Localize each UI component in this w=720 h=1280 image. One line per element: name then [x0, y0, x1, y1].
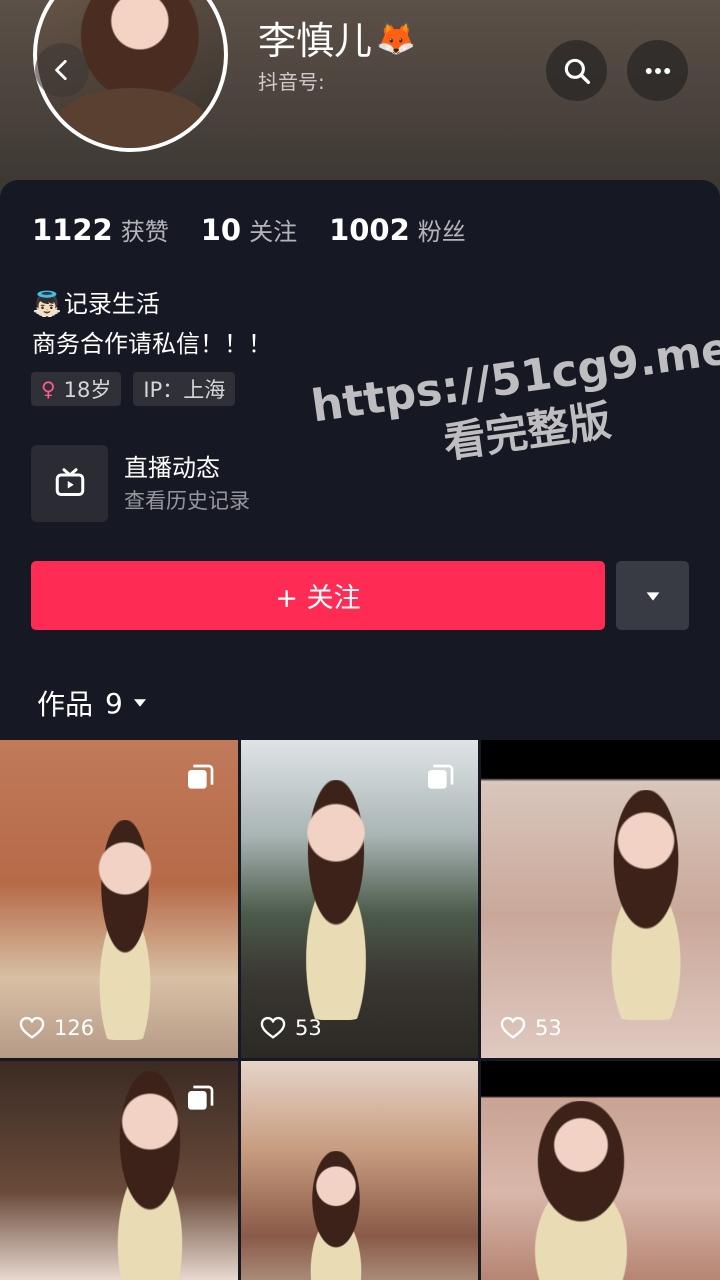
stat-followers[interactable]: 1002 粉丝 — [329, 212, 466, 247]
works-count: 9 — [105, 686, 123, 720]
search-icon — [564, 58, 590, 84]
video-tile[interactable]: 126 — [0, 740, 238, 1058]
tags-row: ♀ 18岁 IP：上海 — [31, 372, 247, 406]
tile-thumbnail — [271, 780, 401, 1020]
female-icon: ♀ — [41, 377, 56, 401]
profile-name: 李慎儿 — [258, 19, 373, 63]
recommend-dropdown-button[interactable] — [616, 561, 689, 630]
more-icon — [645, 67, 670, 74]
tile-thumbnail — [70, 820, 180, 1040]
bio: 👼🏻记录生活 商务合作请私信！！！ — [32, 284, 272, 364]
stat-value: 10 — [200, 213, 242, 247]
like-count: 53 — [295, 1016, 322, 1040]
multi-image-icon — [188, 1085, 214, 1110]
age-tag: ♀ 18岁 — [31, 372, 122, 406]
stat-label: 关注 — [249, 218, 298, 246]
video-tile[interactable] — [241, 1061, 478, 1280]
tv-icon — [55, 467, 84, 496]
heart-icon — [500, 1016, 526, 1039]
bio-line-1: 👼🏻记录生活 — [32, 284, 272, 324]
multi-image-icon — [188, 764, 214, 789]
fox-emoji: 🦊 — [376, 18, 416, 57]
caret-down-icon — [646, 591, 659, 601]
follow-button[interactable]: + 关注 — [31, 561, 605, 630]
avatar-shirt — [57, 88, 207, 148]
back-icon — [55, 59, 67, 81]
bio-text-1: 记录生活 — [63, 290, 160, 318]
stat-value: 1122 — [32, 213, 113, 247]
video-tile[interactable]: 53 — [241, 740, 478, 1058]
like-count: 126 — [54, 1016, 95, 1040]
live-subtitle: 查看历史记录 — [124, 489, 250, 513]
works-grid: 126 53 53 — [0, 740, 720, 1280]
like-count-row: 53 — [499, 1014, 562, 1042]
stats-row: 1122 获赞 10 关注 1002 粉丝 — [32, 212, 498, 247]
more-options-button[interactable] — [627, 40, 688, 101]
ip-text: IP：上海 — [143, 378, 226, 402]
stat-label: 获赞 — [120, 218, 169, 246]
heart-icon — [260, 1016, 286, 1039]
live-history-entry[interactable]: 直播动态 查看历史记录 — [31, 445, 451, 523]
profile-card: 1122 获赞 10 关注 1002 粉丝 👼🏻记录生活 商务合作请私信！！！ … — [0, 180, 720, 740]
stat-likes[interactable]: 1122 获赞 — [32, 212, 169, 247]
stat-following[interactable]: 10 关注 — [201, 212, 297, 247]
ip-tag: IP：上海 — [133, 372, 236, 406]
search-button[interactable] — [546, 40, 607, 101]
name-row: 李慎儿 🦊 — [258, 10, 416, 65]
works-label: 作品 — [37, 688, 94, 721]
live-text: 直播动态 查看历史记录 — [124, 445, 250, 523]
profile-header: 李慎儿 🦊 抖音号: — [0, 0, 720, 200]
tile-thumbnail — [571, 790, 720, 1020]
like-count-row: 53 — [259, 1014, 322, 1042]
tile-thumbnail — [281, 1151, 391, 1280]
works-tab[interactable]: 作品 9 — [37, 683, 149, 723]
video-tile[interactable] — [0, 1061, 238, 1280]
multi-image-icon — [428, 764, 454, 789]
live-title: 直播动态 — [124, 454, 220, 482]
caret-down-icon — [133, 699, 146, 707]
like-count-row: 126 — [18, 1014, 94, 1042]
heart-icon — [19, 1016, 45, 1039]
stat-value: 1002 — [329, 213, 410, 247]
tile-thumbnail — [481, 1101, 681, 1280]
age-text: 18岁 — [63, 378, 112, 402]
like-count: 53 — [535, 1016, 562, 1040]
back-button[interactable] — [35, 43, 89, 97]
stat-label: 粉丝 — [417, 218, 466, 246]
video-tile[interactable]: 53 — [481, 740, 720, 1058]
angel-emoji: 👼🏻 — [32, 290, 62, 318]
live-icon-box — [31, 445, 108, 522]
douyin-id: 抖音号: — [258, 70, 325, 94]
bio-line-2: 商务合作请私信！！！ — [32, 330, 272, 358]
video-tile[interactable] — [481, 1061, 720, 1280]
